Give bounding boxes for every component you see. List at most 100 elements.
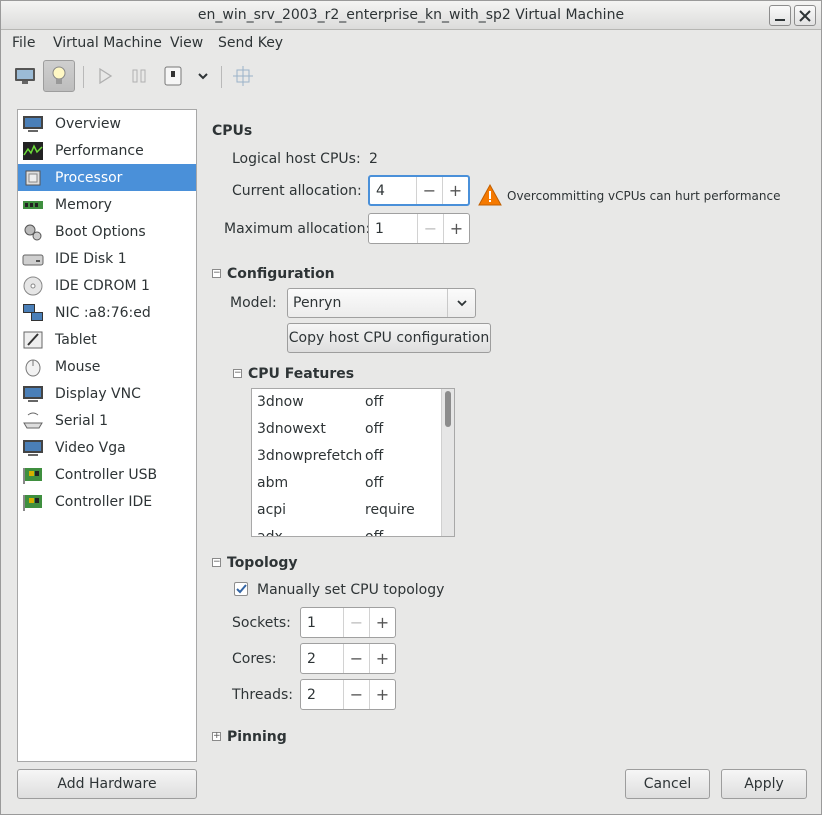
scrollbar-thumb[interactable] xyxy=(445,391,451,427)
shutdown-button[interactable] xyxy=(159,62,187,90)
decrement-button[interactable]: − xyxy=(343,644,369,673)
sidebar-item-controller-ide[interactable]: Controller IDE xyxy=(18,488,196,515)
cancel-button[interactable]: Cancel xyxy=(625,769,710,799)
feature-policy[interactable]: off xyxy=(365,394,383,410)
configuration-expander[interactable]: − xyxy=(212,269,221,278)
threads-label: Threads: xyxy=(232,687,293,703)
cpus-heading: CPUs xyxy=(212,123,253,139)
feature-policy[interactable]: off xyxy=(365,529,383,536)
decrement-button[interactable]: − xyxy=(343,680,369,709)
logical-host-cpus-value: 2 xyxy=(369,151,378,167)
sidebar-item-mouse[interactable]: Mouse xyxy=(18,353,196,380)
apply-button[interactable]: Apply xyxy=(721,769,807,799)
list-item[interactable]: adx off xyxy=(252,524,442,536)
cores-spinner[interactable]: 2 − + xyxy=(300,643,396,674)
sidebar-item-label: IDE CDROM 1 xyxy=(55,277,150,294)
sidebar-item-controller-usb[interactable]: Controller USB xyxy=(18,461,196,488)
sidebar-item-label: Display VNC xyxy=(55,385,141,402)
cpu-features-expander[interactable]: − xyxy=(233,369,242,378)
cpu-features-heading[interactable]: CPU Features xyxy=(248,366,354,382)
manual-topology-label[interactable]: Manually set CPU topology xyxy=(257,582,444,598)
sidebar-item-performance[interactable]: Performance xyxy=(18,137,196,164)
configuration-heading[interactable]: Configuration xyxy=(227,266,335,282)
chevron-down-icon xyxy=(447,289,475,317)
sidebar-item-nic[interactable]: NIC :a8:76:ed xyxy=(18,299,196,326)
logical-host-cpus-label: Logical host CPUs: xyxy=(232,151,361,167)
pinning-heading[interactable]: Pinning xyxy=(227,729,287,745)
minimize-icon xyxy=(775,18,785,21)
current-allocation-input[interactable]: 4 xyxy=(370,177,416,204)
increment-button[interactable]: + xyxy=(443,214,469,243)
menu-virtual-machine[interactable]: Virtual Machine xyxy=(53,35,162,51)
minimize-button[interactable] xyxy=(769,5,791,26)
toolbar-separator xyxy=(221,66,222,88)
feature-policy[interactable]: require xyxy=(365,502,415,518)
sidebar-item-ide-cdrom[interactable]: IDE CDROM 1 xyxy=(18,272,196,299)
increment-button[interactable]: + xyxy=(369,680,395,709)
feature-name: 3dnow xyxy=(257,394,304,410)
sidebar-item-memory[interactable]: Memory xyxy=(18,191,196,218)
model-label: Model: xyxy=(230,295,277,311)
pause-icon xyxy=(132,69,146,83)
menu-file[interactable]: File xyxy=(12,35,35,51)
cdrom-icon xyxy=(22,276,44,296)
topology-expander[interactable]: − xyxy=(212,558,221,567)
title-bar: en_win_srv_2003_r2_enterprise_kn_with_sp… xyxy=(1,1,821,30)
sockets-label: Sockets: xyxy=(232,615,291,631)
increment-button[interactable]: + xyxy=(369,644,395,673)
cpu-features-list[interactable]: 3dnow off 3dnowext off 3dnowprefetch off ab… xyxy=(251,388,455,537)
list-item[interactable]: acpi require xyxy=(252,497,442,524)
sidebar-item-boot-options[interactable]: Boot Options xyxy=(18,218,196,245)
run-button[interactable] xyxy=(91,62,119,90)
decrement-button[interactable]: − xyxy=(417,214,443,243)
topology-heading[interactable]: Topology xyxy=(227,555,298,571)
sidebar-item-processor[interactable]: Processor xyxy=(18,164,196,191)
vertical-scrollbar[interactable] xyxy=(441,389,454,536)
feature-policy[interactable]: off xyxy=(365,448,383,464)
increment-button[interactable]: + xyxy=(369,608,395,637)
add-hardware-button[interactable]: Add Hardware xyxy=(17,769,197,799)
checkmark-icon xyxy=(236,584,247,594)
manual-topology-checkbox[interactable] xyxy=(234,582,248,596)
details-view-button[interactable] xyxy=(43,60,75,92)
threads-spinner[interactable]: 2 − + xyxy=(300,679,396,710)
close-button[interactable] xyxy=(794,5,816,26)
sidebar-item-ide-disk[interactable]: IDE Disk 1 xyxy=(18,245,196,272)
maximum-allocation-input[interactable]: 1 xyxy=(369,214,417,243)
list-item[interactable]: 3dnowext off xyxy=(252,416,442,443)
list-item[interactable]: 3dnow off xyxy=(252,389,442,416)
console-view-button[interactable] xyxy=(11,62,39,90)
fullscreen-button[interactable] xyxy=(229,62,257,90)
shutdown-menu-button[interactable] xyxy=(189,62,217,90)
sidebar-item-display-vnc[interactable]: Display VNC xyxy=(18,380,196,407)
sockets-spinner[interactable]: 1 − + xyxy=(300,607,396,638)
maximum-allocation-spinner[interactable]: 1 − + xyxy=(368,213,470,244)
list-item[interactable]: 3dnowprefetch off xyxy=(252,443,442,470)
decrement-button[interactable]: − xyxy=(343,608,369,637)
sidebar-item-serial[interactable]: Serial 1 xyxy=(18,407,196,434)
gears-icon xyxy=(22,222,44,242)
display-icon xyxy=(22,384,44,404)
sidebar-item-video[interactable]: Video Vga xyxy=(18,434,196,461)
sidebar-item-label: NIC :a8:76:ed xyxy=(55,304,151,321)
decrement-button[interactable]: − xyxy=(416,177,442,204)
sidebar-item-tablet[interactable]: Tablet xyxy=(18,326,196,353)
cores-input[interactable]: 2 xyxy=(301,644,343,673)
pinning-expander[interactable]: + xyxy=(212,732,221,741)
list-item[interactable]: abm off xyxy=(252,470,442,497)
power-icon xyxy=(164,66,182,86)
current-allocation-spinner[interactable]: 4 − + xyxy=(368,175,470,206)
feature-policy[interactable]: off xyxy=(365,421,383,437)
menu-send-key[interactable]: Send Key xyxy=(218,35,283,51)
feature-policy[interactable]: off xyxy=(365,475,383,491)
model-combo[interactable]: Penryn xyxy=(287,288,476,318)
copy-host-cpu-button[interactable]: Copy host CPU configuration xyxy=(287,323,491,353)
controller-card-icon xyxy=(22,492,44,512)
pause-button[interactable] xyxy=(125,62,153,90)
sockets-input[interactable]: 1 xyxy=(301,608,343,637)
sidebar-item-overview[interactable]: Overview xyxy=(18,110,196,137)
increment-button[interactable]: + xyxy=(442,177,468,204)
threads-input[interactable]: 2 xyxy=(301,680,343,709)
sidebar-item-label: Controller USB xyxy=(55,466,158,483)
menu-view[interactable]: View xyxy=(170,35,203,51)
